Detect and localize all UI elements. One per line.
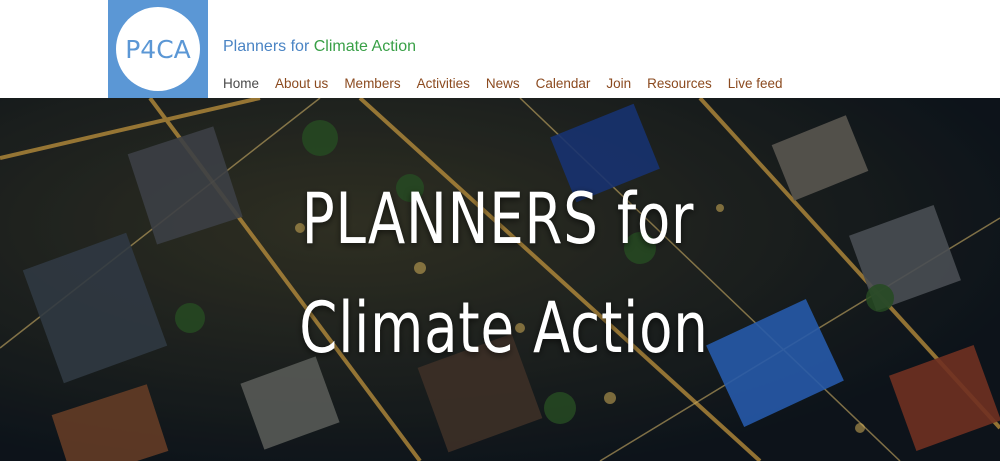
site-title-part2: Climate Action (313, 38, 416, 55)
site-logo[interactable]: P4CA (108, 0, 208, 98)
main-nav: Home About us Members Activities News Ca… (223, 76, 799, 91)
nav-live-feed[interactable]: Live feed (728, 76, 783, 91)
nav-resources[interactable]: Resources (647, 76, 712, 91)
nav-join[interactable]: Join (606, 76, 631, 91)
hero-title-line2: Climate Action (299, 287, 709, 369)
logo-text: P4CA (125, 34, 191, 64)
site-title[interactable]: Planners for Climate Action (223, 38, 416, 56)
nav-calendar[interactable]: Calendar (536, 76, 591, 91)
site-title-part1: Planners for (223, 38, 314, 55)
nav-home[interactable]: Home (223, 76, 259, 91)
nav-members[interactable]: Members (344, 76, 400, 91)
site-header: P4CA Planners for Climate Action Home Ab… (0, 0, 1000, 98)
hero-banner: PLANNERS for Climate Action (0, 98, 1000, 461)
hero-city-image (0, 98, 1000, 461)
nav-about-us[interactable]: About us (275, 76, 328, 91)
nav-news[interactable]: News (486, 76, 520, 91)
nav-activities[interactable]: Activities (417, 76, 470, 91)
logo-circle: P4CA (116, 7, 200, 91)
hero-title-line1: PLANNERS for (301, 178, 695, 260)
